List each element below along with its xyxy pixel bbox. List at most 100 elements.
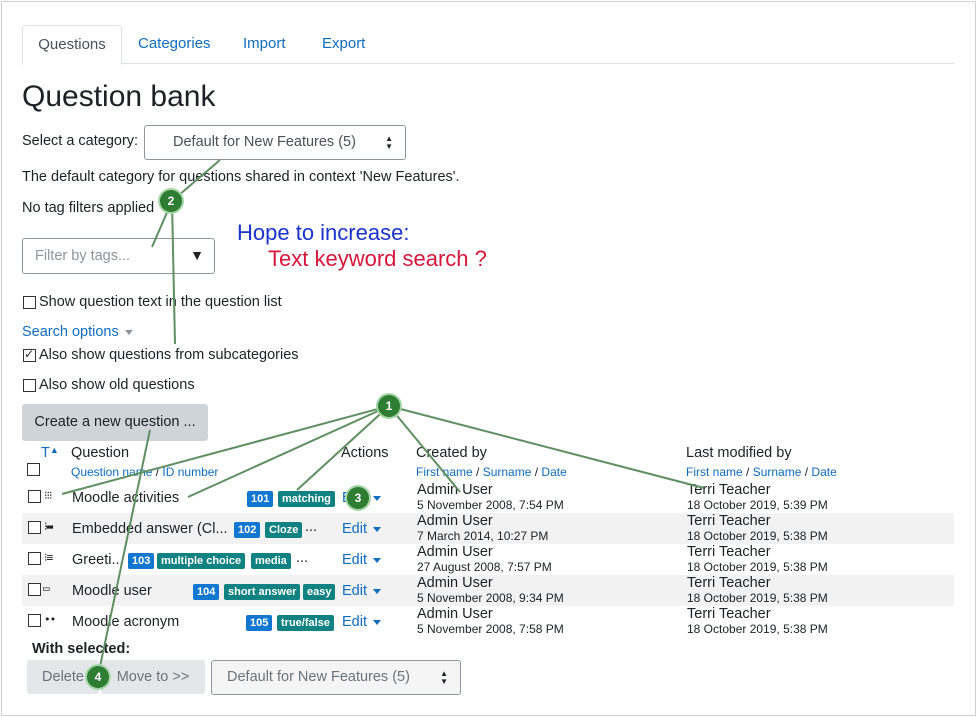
annotation-line2: Text keyword search ? xyxy=(268,246,487,271)
sort-modified-date[interactable]: Date xyxy=(811,465,836,479)
id-badge: 103 xyxy=(128,553,155,569)
category-select[interactable]: Default for New Features (5) ▲ ▼ xyxy=(144,125,406,160)
tag-filter-placeholder: Filter by tags... xyxy=(35,248,131,264)
row-checkbox[interactable] xyxy=(28,614,41,627)
tag-filter-status: No tag filters applied xyxy=(22,200,155,216)
row-checkbox[interactable] xyxy=(28,521,41,534)
move-target-value: Default for New Features (5) xyxy=(227,669,410,685)
edit-menu[interactable]: Edit xyxy=(342,552,381,568)
table-row: •• Moodle acronym 105 true/false Edit Ad… xyxy=(0,606,977,637)
search-options-link[interactable]: Search options xyxy=(22,324,133,340)
caret-down-icon xyxy=(373,588,381,594)
category-select-value: Default for New Features (5) xyxy=(173,134,356,150)
sort-created-date[interactable]: Date xyxy=(541,465,566,479)
cloze-icon: ⁝▬ xyxy=(44,520,53,533)
separator: / xyxy=(152,465,163,479)
row-checkbox[interactable] xyxy=(28,583,41,596)
tag-badge: media xyxy=(251,553,291,569)
tag-badge: matching xyxy=(278,491,335,507)
old-questions-checkbox[interactable] xyxy=(23,379,36,392)
tab-questions[interactable]: Questions xyxy=(22,25,122,65)
modified-header: Last modified by xyxy=(686,445,792,461)
created-date: 27 August 2008, 7:57 PM xyxy=(417,560,552,574)
select-arrows-icon: ▲ ▼ xyxy=(440,668,448,686)
subcategories-label: Also show questions from subcategories xyxy=(39,347,299,363)
created-date: 7 March 2014, 10:27 PM xyxy=(417,529,549,543)
caret-down-icon xyxy=(124,329,133,335)
question-subheader: Question name / ID number xyxy=(71,465,218,479)
tab-export[interactable]: Export xyxy=(322,25,365,63)
sort-modified-surname[interactable]: Surname xyxy=(753,465,802,479)
tab-categories[interactable]: Categories xyxy=(138,25,211,63)
question-name: Embedded answer (Cl... xyxy=(72,521,228,537)
category-label: Select a category: xyxy=(22,133,139,149)
move-target-select[interactable]: Default for New Features (5) ▲ ▼ xyxy=(211,660,461,695)
select-all-checkbox[interactable] xyxy=(27,463,40,476)
truefalse-icon: •• xyxy=(44,613,56,626)
question-name: Greeti... xyxy=(72,552,124,568)
question-header: Question xyxy=(71,445,130,461)
modified-date: 18 October 2019, 5:38 PM xyxy=(687,560,828,574)
tag-badge: true/false xyxy=(277,615,334,631)
edit-label: Edit xyxy=(342,614,367,630)
more-tags: ... xyxy=(305,519,318,535)
old-questions-label: Also show old questions xyxy=(39,377,195,393)
sort-created-surname[interactable]: Surname xyxy=(483,465,532,479)
table-row: ⁝≡ Greeti... 103 multiple choice media .… xyxy=(0,544,977,575)
modified-subheader: First name / Surname / Date xyxy=(686,465,837,479)
create-question-button[interactable]: Create a new question ... xyxy=(22,404,208,441)
caret-down-icon xyxy=(373,526,381,532)
matching-icon: ⁝⁝⁝ xyxy=(44,489,52,502)
caret-down-icon xyxy=(373,495,381,501)
modified-date: 18 October 2019, 5:38 PM xyxy=(687,591,828,605)
sort-modified-firstname[interactable]: First name xyxy=(686,465,743,479)
marker-2: 2 xyxy=(160,190,182,212)
modified-date: 18 October 2019, 5:39 PM xyxy=(687,498,828,512)
multichoice-icon: ⁝≡ xyxy=(44,551,53,564)
edit-menu[interactable]: Edit xyxy=(342,583,381,599)
tabs-divider xyxy=(22,63,954,64)
page-title: Question bank xyxy=(22,80,216,113)
sort-type-header[interactable]: T▲ xyxy=(41,445,59,461)
row-checkbox[interactable] xyxy=(28,490,41,503)
marker-4: 4 xyxy=(87,666,109,688)
table-row: ▭ Moodle user 104 short answer easy Edit… xyxy=(0,575,977,606)
created-subheader: First name / Surname / Date xyxy=(416,465,567,479)
edit-menu[interactable]: Edit xyxy=(342,521,381,537)
edit-menu[interactable]: Edit xyxy=(342,614,381,630)
sort-id-number[interactable]: ID number xyxy=(162,465,218,479)
row-checkbox[interactable] xyxy=(28,552,41,565)
created-date: 5 November 2008, 7:54 PM xyxy=(417,498,564,512)
modifier-name: Terri Teacher xyxy=(687,513,771,529)
actions-header: Actions xyxy=(341,445,389,461)
modifier-name: Terri Teacher xyxy=(687,575,771,591)
show-text-checkbox[interactable] xyxy=(23,296,36,309)
created-header: Created by xyxy=(416,445,487,461)
modified-date: 18 October 2019, 5:38 PM xyxy=(687,529,828,543)
edit-label: Edit xyxy=(342,521,367,537)
more-tags: ... xyxy=(296,550,309,566)
question-name: Moodle user xyxy=(72,583,152,599)
subcategories-checkbox[interactable] xyxy=(23,347,36,362)
dropdown-triangle-icon[interactable]: ▼ xyxy=(190,247,204,263)
marker-3: 3 xyxy=(347,487,369,509)
sort-created-firstname[interactable]: First name xyxy=(416,465,473,479)
move-to-button[interactable]: Move to >> xyxy=(101,660,205,694)
table-row: ⁝⁝⁝ Moodle activities 101 matching Edit … xyxy=(0,482,977,513)
edit-label: Edit xyxy=(342,583,367,599)
select-arrows-icon: ▲ ▼ xyxy=(385,133,393,151)
separator: / xyxy=(801,465,812,479)
creator-name: Admin User xyxy=(417,544,493,560)
tag-filter-input[interactable]: Filter by tags... ▼ xyxy=(22,238,215,274)
tag-badge: Cloze xyxy=(265,522,303,538)
creator-name: Admin User xyxy=(417,482,493,498)
separator: / xyxy=(472,465,483,479)
annotation-line1: Hope to increase: xyxy=(237,220,410,245)
tag-badge: short answer xyxy=(224,584,301,600)
sort-question-name[interactable]: Question name xyxy=(71,465,152,479)
category-description: The default category for questions share… xyxy=(22,169,460,185)
creator-name: Admin User xyxy=(417,513,493,529)
caret-down-icon xyxy=(373,557,381,563)
tab-import[interactable]: Import xyxy=(243,25,286,63)
modified-date: 18 October 2019, 5:38 PM xyxy=(687,622,828,636)
